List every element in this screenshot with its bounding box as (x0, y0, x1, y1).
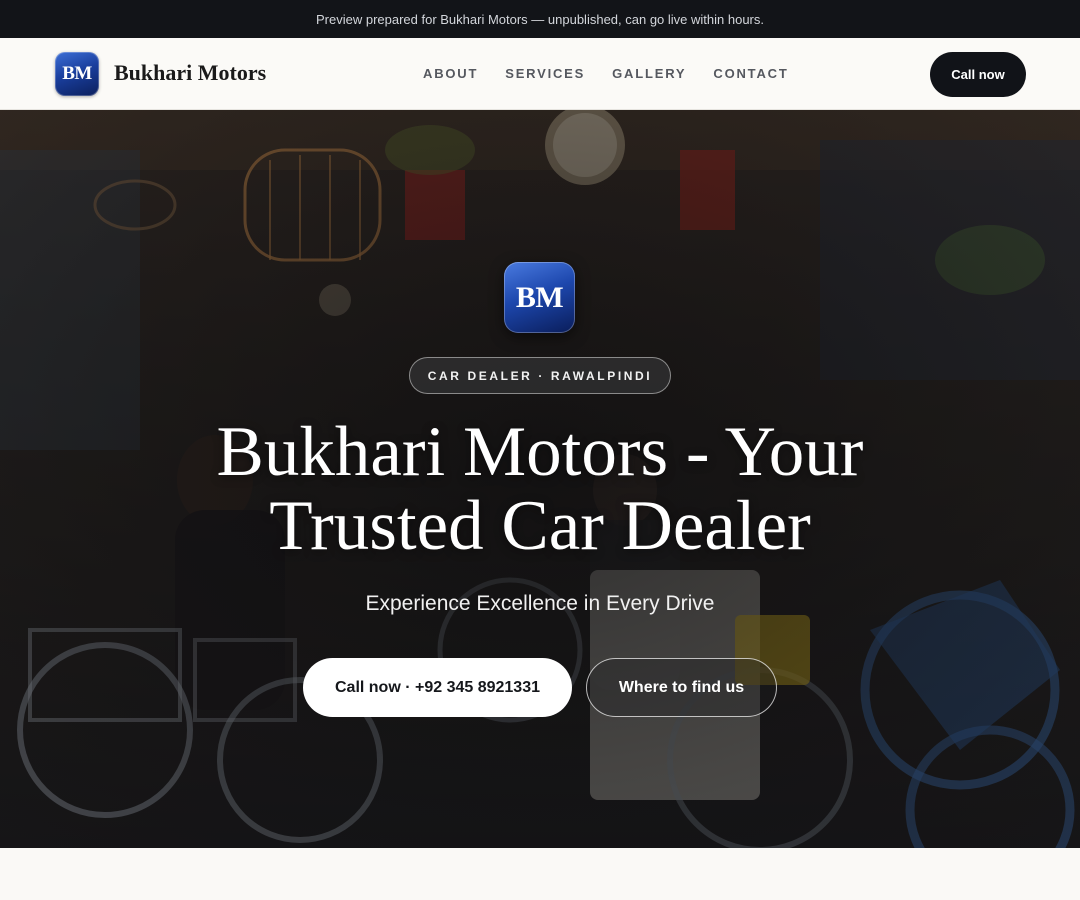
call-phone-button[interactable]: Call now · +92 345 8921331 (303, 658, 572, 717)
header-call-button[interactable]: Call now (930, 52, 1026, 97)
next-section (0, 848, 1080, 900)
hero-title: Bukhari Motors - Your Trusted Car Dealer (140, 415, 940, 563)
find-us-button[interactable]: Where to find us (586, 658, 777, 717)
site-header: BM Bukhari Motors ABOUT SERVICES GALLERY… (0, 38, 1080, 110)
hero-section: BM CAR DEALER · RAWALPINDI Bukhari Motor… (0, 110, 1080, 848)
nav-link-gallery[interactable]: GALLERY (612, 66, 686, 81)
main-nav: ABOUT SERVICES GALLERY CONTACT (423, 66, 789, 81)
category-badge: CAR DEALER · RAWALPINDI (409, 357, 671, 394)
logo-initials: BM (62, 63, 92, 84)
nav-link-services[interactable]: SERVICES (505, 66, 585, 81)
announcement-text: Preview prepared for Bukhari Motors — un… (315, 11, 764, 27)
logo-badge-icon[interactable]: BM (55, 52, 99, 96)
hero-title-line-2: Trusted Car Dealer (269, 487, 811, 565)
brand-name[interactable]: Bukhari Motors (114, 60, 266, 86)
hero-logo-badge-icon: BM (504, 262, 575, 333)
hero-logo-initials: BM (515, 280, 564, 314)
announcement-bar: Preview prepared for Bukhari Motors — un… (0, 0, 1080, 38)
hero-title-line-1: Bukhari Motors - Your (216, 413, 864, 491)
nav-link-about[interactable]: ABOUT (423, 66, 478, 81)
nav-link-contact[interactable]: CONTACT (713, 66, 788, 81)
hero-subtitle: Experience Excellence in Every Drive (365, 592, 715, 615)
